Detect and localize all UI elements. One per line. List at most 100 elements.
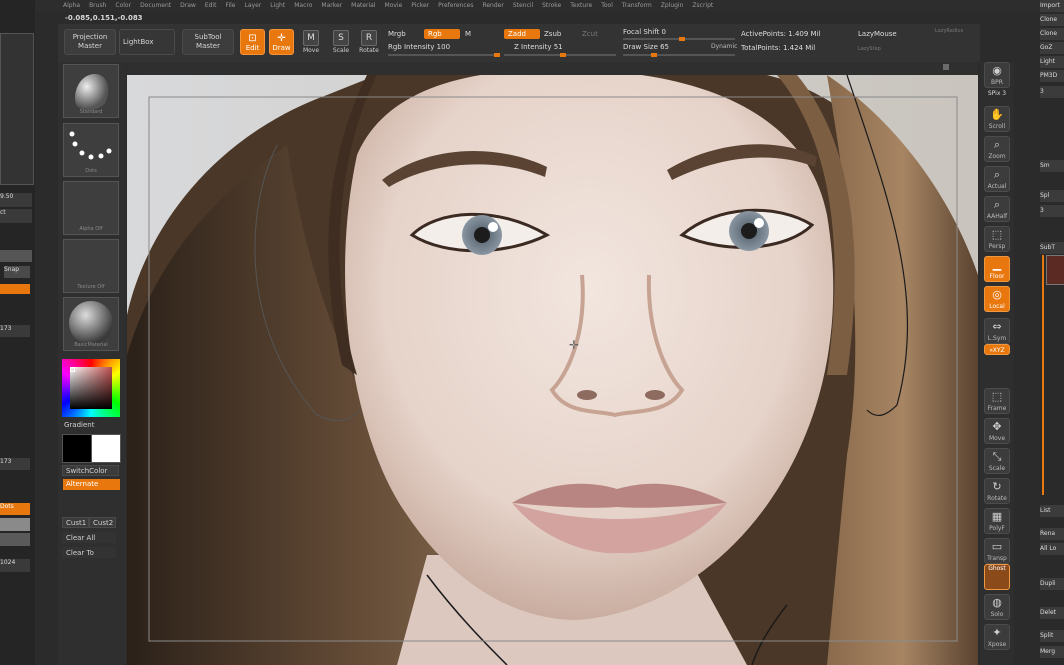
document-canvas[interactable]: ✛ bbox=[127, 75, 978, 665]
right-panel-item[interactable]: Merg bbox=[1040, 646, 1064, 658]
right-panel-item[interactable]: Spl bbox=[1040, 190, 1064, 202]
right-panel-item[interactable]: Clone bbox=[1040, 28, 1064, 40]
menu-item-light[interactable]: Light bbox=[270, 0, 285, 12]
slider-thumb[interactable] bbox=[560, 53, 566, 57]
zcut-button[interactable]: Zcut bbox=[582, 30, 598, 38]
cust1-button[interactable]: Cust1 bbox=[62, 517, 89, 528]
menu-item-draw[interactable]: Draw bbox=[180, 0, 196, 12]
rotate-tool-button[interactable]: R Rotate bbox=[358, 30, 380, 58]
stroke-thumbnail[interactable]: Dots bbox=[63, 123, 119, 177]
right-panel-item[interactable]: Import bbox=[1040, 0, 1064, 12]
menu-item-tool[interactable]: Tool bbox=[601, 0, 613, 12]
rgb-intensity-track[interactable] bbox=[388, 53, 500, 57]
menu-item-material[interactable]: Material bbox=[351, 0, 375, 12]
menu-item-edit[interactable]: Edit bbox=[205, 0, 217, 12]
lazymouse-button[interactable]: LazyMouse bbox=[858, 30, 897, 38]
clear-all-button[interactable]: Clear All bbox=[62, 532, 116, 543]
right-panel-item[interactable]: Dupli bbox=[1040, 578, 1064, 590]
m-button[interactable]: M bbox=[465, 30, 471, 38]
scroll-handle[interactable] bbox=[943, 64, 949, 70]
focal-shift-track[interactable] bbox=[623, 37, 735, 41]
tray-slider-1[interactable]: 173 bbox=[0, 325, 30, 337]
edit-button[interactable]: ⊡ Edit bbox=[240, 29, 265, 55]
draw-size-track[interactable] bbox=[623, 53, 735, 57]
move-tool-button[interactable]: M Move bbox=[300, 30, 322, 58]
lsym-button[interactable]: ⇔ L.Sym bbox=[984, 318, 1010, 344]
scroll-button[interactable]: ✋ Scroll bbox=[984, 106, 1010, 132]
draw-button[interactable]: ✛ Draw bbox=[269, 29, 294, 55]
floor-button[interactable]: ▁ Floor bbox=[984, 256, 1010, 282]
actual-button[interactable]: ⌕ Actual bbox=[984, 166, 1010, 192]
menu-item-macro[interactable]: Macro bbox=[294, 0, 312, 12]
local-button[interactable]: ◎ Local bbox=[984, 286, 1010, 312]
menu-item-picker[interactable]: Picker bbox=[411, 0, 429, 12]
persp-button[interactable]: ⬚ Persp bbox=[984, 226, 1010, 252]
menu-item-texture[interactable]: Texture bbox=[570, 0, 592, 12]
menu-item-zplugin[interactable]: Zplugin bbox=[661, 0, 684, 12]
right-panel-item[interactable]: Sm bbox=[1040, 160, 1064, 172]
rotate-button[interactable]: ↻ Rotate bbox=[984, 478, 1010, 504]
subtool-master-button[interactable]: SubTool Master bbox=[182, 29, 234, 55]
aahalf-button[interactable]: ⌕ AAHalf bbox=[984, 196, 1010, 222]
z-intensity-track[interactable] bbox=[504, 53, 616, 57]
lightbox-button[interactable]: LightBox bbox=[119, 29, 175, 55]
tray-swatch-1[interactable] bbox=[0, 518, 30, 531]
right-panel-item[interactable]: Clone bbox=[1040, 14, 1064, 26]
secondary-color-swatch[interactable] bbox=[91, 434, 121, 463]
cust2-button[interactable]: Cust2 bbox=[89, 517, 116, 528]
slider-thumb[interactable] bbox=[651, 53, 657, 57]
zadd-button[interactable]: Zadd bbox=[504, 29, 540, 39]
move-button[interactable]: ✥ Move bbox=[984, 418, 1010, 444]
alpha-thumbnail[interactable]: Alpha Off bbox=[63, 181, 119, 235]
right-panel-item[interactable]: All Lo bbox=[1040, 543, 1064, 555]
menu-item-movie[interactable]: Movie bbox=[385, 0, 403, 12]
slider-thumb[interactable] bbox=[494, 53, 500, 57]
tray-slider-2[interactable]: 173 bbox=[0, 458, 30, 470]
clear-to-button[interactable]: Clear To bbox=[62, 547, 116, 558]
main-color-swatch[interactable] bbox=[62, 434, 92, 463]
right-panel-item[interactable]: Split bbox=[1040, 630, 1064, 642]
menu-item-transform[interactable]: Transform bbox=[622, 0, 652, 12]
subtool-thumbnail[interactable] bbox=[1046, 255, 1064, 285]
lazyradius-slider[interactable]: LazyRadius bbox=[935, 28, 963, 34]
snap-button[interactable]: Snap bbox=[4, 266, 30, 278]
spix-button[interactable]: SPix 3 bbox=[984, 90, 1010, 102]
menu-item-color[interactable]: Color bbox=[115, 0, 131, 12]
material-thumbnail[interactable]: BasicMaterial bbox=[63, 297, 119, 351]
scale-tool-button[interactable]: S Scale bbox=[330, 30, 352, 58]
color-cursor[interactable] bbox=[70, 367, 75, 372]
focal-shift-slider[interactable]: Focal Shift 0 bbox=[623, 28, 666, 36]
menu-item-document[interactable]: Document bbox=[140, 0, 171, 12]
alternate-button[interactable]: Alternate bbox=[63, 479, 120, 490]
zoom-button[interactable]: ⌕ Zoom bbox=[984, 136, 1010, 162]
menu-item-stroke[interactable]: Stroke bbox=[542, 0, 561, 12]
right-panel-item[interactable]: Delet bbox=[1040, 607, 1064, 619]
right-panel-item[interactable]: 3 bbox=[1040, 205, 1064, 217]
dynamic-toggle[interactable]: Dynamic bbox=[711, 43, 737, 50]
bpr-button[interactable]: ◉ BPR bbox=[984, 62, 1010, 88]
right-panel-item[interactable]: Rena bbox=[1040, 528, 1064, 540]
right-panel-item[interactable]: Light bbox=[1040, 56, 1064, 68]
menu-item-stencil[interactable]: Stencil bbox=[513, 0, 533, 12]
menu-item-preferences[interactable]: Preferences bbox=[438, 0, 473, 12]
texture-thumbnail[interactable]: Texture Off bbox=[63, 239, 119, 293]
menu-item-brush[interactable]: Brush bbox=[89, 0, 106, 12]
right-panel-item[interactable]: 3 bbox=[1040, 86, 1064, 98]
projection-master-button[interactable]: Projection Master bbox=[64, 29, 116, 55]
right-panel-item[interactable]: GoZ bbox=[1040, 42, 1064, 54]
dots-button[interactable]: Dots bbox=[0, 503, 30, 515]
xpose-button[interactable]: ✦ Xpose bbox=[984, 624, 1010, 650]
gradient-toggle[interactable]: Gradient bbox=[64, 421, 94, 429]
menu-item-layer[interactable]: Layer bbox=[245, 0, 262, 12]
saturation-square[interactable] bbox=[70, 367, 112, 409]
xyz-button[interactable]: »XYZ bbox=[984, 344, 1010, 355]
right-panel-item[interactable]: List bbox=[1040, 505, 1064, 517]
mrgb-button[interactable]: Mrgb bbox=[388, 30, 406, 38]
menu-item-render[interactable]: Render bbox=[482, 0, 503, 12]
canvas-scroll-strip[interactable] bbox=[127, 62, 978, 75]
rgb-intensity-slider[interactable]: Rgb Intensity 100 bbox=[388, 43, 450, 51]
tray-swatch-2[interactable] bbox=[0, 533, 30, 546]
ghost-button[interactable]: Ghost bbox=[984, 564, 1010, 590]
zsub-button[interactable]: Zsub bbox=[544, 30, 561, 38]
solo-button[interactable]: ◍ Solo bbox=[984, 594, 1010, 620]
